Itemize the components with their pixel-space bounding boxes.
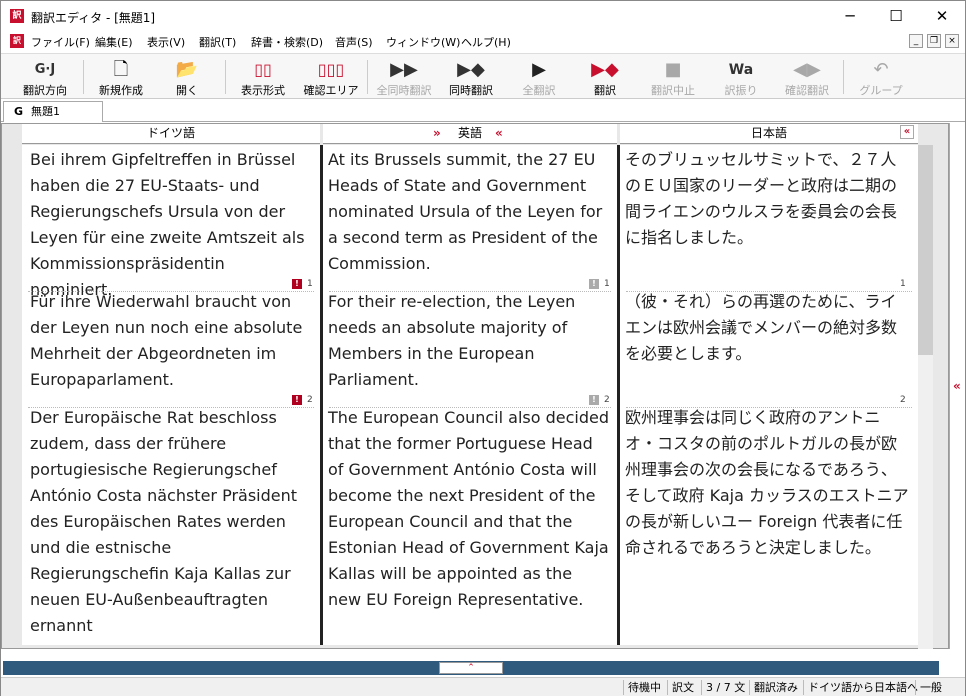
menu-bar: 訳 ファイル(F) 編集(E) 表示(V) 翻訳(T) 辞書・検索(D) 音声(… xyxy=(1,31,965,51)
toolbar-separator xyxy=(225,60,226,94)
expand-up-icon[interactable]: ⌃ xyxy=(439,662,503,674)
status-direction: ドイツ語から日本語へ xyxy=(803,680,922,695)
simultaneous-button[interactable]: ▶◆ 同時翻訳 xyxy=(441,56,501,98)
target-segment[interactable]: （彼・それ）らの再選のために、ライエンは欧州会議でメンバーの絶対多数を必要としま… xyxy=(620,289,918,367)
document-icon[interactable]: 訳 xyxy=(10,34,24,48)
open-button[interactable]: 📂 開く xyxy=(157,56,217,98)
tab-untitled[interactable]: G 無題1 xyxy=(3,101,103,122)
menu-view[interactable]: 表示(V) xyxy=(147,34,185,50)
vertical-scrollbar[interactable] xyxy=(918,145,933,649)
double-play-icon: ▶▶ xyxy=(390,59,418,80)
status-mode: 訳文 xyxy=(667,680,698,695)
stop-button[interactable]: ■ 翻訳中止 xyxy=(643,56,703,98)
layout-button[interactable]: ▯▯ 表示形式 xyxy=(231,56,295,98)
collapse-icon[interactable]: « xyxy=(900,125,914,139)
menu-dictionary[interactable]: 辞書・検索(D) xyxy=(251,34,323,50)
segment-number: 1 xyxy=(307,279,313,289)
toolbar-separator xyxy=(83,60,84,94)
menu-audio[interactable]: 音声(S) xyxy=(335,34,373,50)
language-direction-icon: G·J xyxy=(34,62,56,77)
menu-file[interactable]: ファイル(F) xyxy=(31,34,90,50)
arrow-right-icon[interactable]: » xyxy=(433,124,441,143)
window-title: 翻訳エディタ - [無題1] xyxy=(31,11,156,25)
status-state: 待機中 xyxy=(623,680,665,695)
arrow-left-icon[interactable]: « xyxy=(495,124,503,143)
direction-button[interactable]: G·J 翻訳方向 xyxy=(15,56,75,98)
target-segment[interactable]: 欧州理事会は同じく政府のアントニオ・コスタの前のポルトガルの長が欧州理事会の次の… xyxy=(620,405,918,561)
toolbar-separator xyxy=(843,60,844,94)
translation-editor: ドイツ語 » 英語 « 日本語 « Bei ihrem Gipfeltreffe… xyxy=(1,123,949,649)
mdi-minimize-button[interactable]: _ xyxy=(909,34,923,48)
group-button[interactable]: ↶ グループ xyxy=(851,56,911,98)
title-bar: 訳 翻訳エディタ - [無題1] ─ ☐ ✕ xyxy=(1,1,965,31)
new-button[interactable]: 🗋 新規作成 xyxy=(91,56,151,98)
info-flag-icon[interactable]: ! xyxy=(589,279,599,289)
segment-number: 2 xyxy=(900,395,906,405)
menu-edit[interactable]: 編集(E) xyxy=(95,34,133,50)
menu-translate[interactable]: 翻訳(T) xyxy=(199,34,236,50)
source-column[interactable]: Bei ihrem Gipfeltreffen in Brüssel haben… xyxy=(22,145,320,645)
toolbar: G·J 翻訳方向 🗋 新規作成 📂 開く ▯▯ 表示形式 ▯▯▯ 確認エリア ▶… xyxy=(1,53,965,99)
close-button[interactable]: ✕ xyxy=(919,1,965,31)
target-column[interactable]: そのブリュッセルサミットで、２７人のＥＵ国家のリーダーと政府は二期の間ライエンの… xyxy=(620,145,918,645)
confirm-area-splitter[interactable]: ⌃ xyxy=(3,661,939,675)
warning-flag-icon[interactable]: ! xyxy=(292,279,302,289)
simultaneous-all-button[interactable]: ▶▶ 全同時翻訳 xyxy=(371,56,437,98)
column-header-german: ドイツ語 xyxy=(22,124,320,144)
play-icon: ▶ xyxy=(532,59,546,80)
toolbar-separator xyxy=(367,60,368,94)
play-red-marker-icon: ▶◆ xyxy=(591,59,619,80)
segment-number: 2 xyxy=(604,395,610,405)
status-done: 翻訳済み xyxy=(749,680,802,695)
status-bar: 待機中 訳文 3 / 7 文 翻訳済み ドイツ語から日本語へ 一般 xyxy=(1,677,965,696)
english-segment[interactable]: For their re-election, the Leyen needs a… xyxy=(323,289,617,393)
segment-number: 2 xyxy=(307,395,313,405)
segment-number: 1 xyxy=(900,279,906,289)
mdi-restore-button[interactable]: ❐ xyxy=(927,34,941,48)
column-header-japanese: 日本語 « xyxy=(620,124,918,144)
document-tabs: G 無題1 xyxy=(1,100,965,122)
status-position: 3 / 7 文 xyxy=(701,680,749,695)
scrollbar-thumb[interactable] xyxy=(918,145,933,355)
undo-icon: ↶ xyxy=(873,59,889,80)
target-segment[interactable]: そのブリュッセルサミットで、２７人のＥＵ国家のリーダーと政府は二期の間ライエンの… xyxy=(620,147,918,251)
status-field: 一般 xyxy=(915,680,946,695)
translate-button[interactable]: ▶◆ 翻訳 xyxy=(575,56,635,98)
translation-editor-window: 訳 翻訳エディタ - [無題1] ─ ☐ ✕ 訳 ファイル(F) 編集(E) 表… xyxy=(0,0,966,696)
english-segment[interactable]: At its Brussels summit, the 27 EU Heads … xyxy=(323,147,617,277)
three-columns-icon: ▯▯▯ xyxy=(317,60,345,79)
source-segment[interactable]: Für ihre Wiederwahl braucht von der Leye… xyxy=(22,289,320,393)
source-segment[interactable]: Bei ihrem Gipfeltreffen in Brüssel haben… xyxy=(22,147,320,303)
menu-help[interactable]: ヘルプ(H) xyxy=(461,34,511,50)
mdi-close-button[interactable]: × xyxy=(945,34,959,48)
side-panel-strip[interactable]: « xyxy=(949,123,965,649)
ruby-button[interactable]: Wa 訳振り xyxy=(711,56,771,98)
ruby-icon: Wa xyxy=(728,62,754,78)
source-segment[interactable]: Der Europäische Rat beschloss zudem, das… xyxy=(22,405,320,639)
warning-flag-icon[interactable]: ! xyxy=(292,395,302,405)
expand-panel-icon[interactable]: « xyxy=(953,379,961,393)
open-folder-icon: 📂 xyxy=(175,59,199,80)
menu-window[interactable]: ウィンドウ(W) xyxy=(386,34,460,50)
app-icon: 訳 xyxy=(10,9,24,23)
translate-all-button[interactable]: ▶ 全翻訳 xyxy=(509,56,569,98)
tab-label: 無題1 xyxy=(31,105,61,118)
english-segment[interactable]: The European Council also decided that t… xyxy=(323,405,617,613)
segment-number: 1 xyxy=(604,279,610,289)
minimize-button[interactable]: ─ xyxy=(827,1,873,31)
play-marker-icon: ▶◆ xyxy=(457,59,485,80)
tab-prefix: G xyxy=(14,105,24,118)
new-document-icon: 🗋 xyxy=(113,59,129,80)
column-header-english: » 英語 « xyxy=(323,124,617,144)
confirm-translate-button[interactable]: ◀▶ 確認翻訳 xyxy=(777,56,837,98)
stop-icon: ■ xyxy=(664,59,682,80)
confirm-area-button[interactable]: ▯▯▯ 確認エリア xyxy=(301,56,361,98)
intermediate-column[interactable]: At its Brussels summit, the 27 EU Heads … xyxy=(323,145,617,645)
confirm-translate-icon: ◀▶ xyxy=(793,59,821,80)
columns-icon: ▯▯ xyxy=(254,60,272,79)
info-flag-icon[interactable]: ! xyxy=(589,395,599,405)
maximize-button[interactable]: ☐ xyxy=(873,1,919,31)
